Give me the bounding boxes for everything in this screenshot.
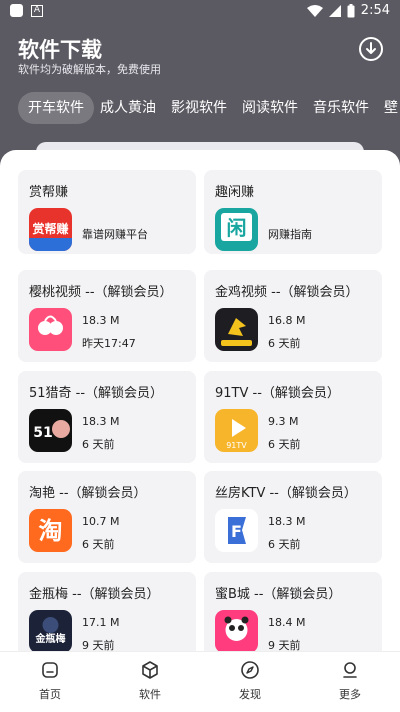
page-subtitle: 软件均为破解版本，免费使用	[18, 63, 161, 76]
app-card-sifangktv[interactable]: 丝房KTV --（解锁会员） F 18.3 M 6 天前	[204, 471, 382, 563]
nav-home-label: 首页	[39, 688, 61, 701]
wifi-icon	[306, 4, 323, 17]
page-header: 软件下载 软件均为破解版本，免费使用	[0, 24, 400, 84]
notification-icon	[10, 4, 23, 17]
app-date: 6 天前	[82, 438, 115, 451]
svg-text:闲: 闲	[227, 216, 247, 240]
app-name: 金瓶梅 --（解锁会员）	[29, 587, 160, 602]
battery-icon	[347, 3, 355, 17]
app-card-taoyan[interactable]: 淘艳 --（解锁会员） 淘 10.7 M 6 天前	[18, 471, 196, 563]
app-logo-icon: 金瓶梅	[29, 610, 72, 653]
app-name: 淘艳 --（解锁会员）	[29, 486, 147, 501]
app-size: 18.3 M	[268, 515, 306, 528]
app-name: 金鸡视频 --（解锁会员）	[215, 285, 359, 300]
app-card-yingtao[interactable]: 樱桃视频 --（解锁会员） 18.3 M 昨天17:47	[18, 270, 196, 362]
app-date: 6 天前	[268, 438, 301, 451]
app-logo-icon: 闲	[215, 208, 258, 251]
svg-text:金瓶梅: 金瓶梅	[35, 632, 66, 645]
tab-yingshi[interactable]: 影视软件	[171, 92, 227, 124]
user-icon	[343, 662, 357, 678]
signal-icon	[328, 4, 341, 17]
app-card-51lieqi[interactable]: 51猎奇 --（解锁会员） 51 18.3 M 6 天前	[18, 371, 196, 463]
app-card-91tv[interactable]: 91TV --（解锁会员） 91TV 9.3 M 6 天前	[204, 371, 382, 463]
home-icon	[42, 662, 58, 678]
app-name: 51猎奇 --（解锁会员）	[29, 386, 164, 401]
app-size: 18.4 M	[268, 616, 306, 629]
app-name: 蜜B城 --（解锁会员）	[215, 587, 342, 602]
app-logo-icon: 淘	[29, 509, 72, 552]
nav-home[interactable]: 首页	[20, 660, 80, 702]
app-logo-icon: F	[215, 509, 258, 552]
app-name: 樱桃视频 --（解锁会员）	[29, 285, 173, 300]
app-date: 6 天前	[268, 337, 301, 350]
app-size: 18.3 M	[82, 314, 120, 327]
app-description: 靠谱网赚平台	[82, 228, 148, 241]
app-card-quxianzhuan[interactable]: 趣闲赚 闲 网赚指南	[204, 170, 382, 254]
app-logo-icon: 51	[29, 409, 72, 452]
status-time: 2:54	[360, 3, 390, 18]
nav-more[interactable]: 更多	[320, 660, 380, 702]
app-size: 17.1 M	[82, 616, 120, 629]
svg-text:赏帮赚: 赏帮赚	[32, 221, 68, 236]
svg-text:91TV: 91TV	[226, 441, 247, 450]
app-date: 昨天17:47	[82, 337, 136, 350]
app-name: 91TV --（解锁会员）	[215, 386, 340, 401]
app-card-shangbangzhuan[interactable]: 赏帮赚 赏帮赚 靠谱网赚平台	[18, 170, 196, 254]
app-logo-icon: 赏帮赚	[29, 208, 72, 251]
svg-text:51: 51	[33, 425, 52, 441]
tab-bizhi[interactable]: 壁纸	[384, 92, 400, 124]
app-list: 赏帮赚 赏帮赚 靠谱网赚平台 趣闲赚 闲 网赚指南 樱桃视频 --（解锁会员） …	[0, 150, 400, 712]
app-name: 赏帮赚	[29, 185, 69, 200]
app-size: 18.3 M	[82, 415, 120, 428]
app-date: 6 天前	[82, 538, 115, 551]
app-description: 网赚指南	[268, 228, 312, 241]
app-size: 9.3 M	[268, 415, 299, 428]
category-tabs: 开车软件 成人黄油 影视软件 阅读软件 音乐软件 壁纸	[0, 88, 400, 128]
tab-yuedu[interactable]: 阅读软件	[242, 92, 298, 124]
compass-icon	[241, 661, 259, 679]
app-name: 丝房KTV --（解锁会员）	[215, 486, 357, 501]
tab-yinyue[interactable]: 音乐软件	[313, 92, 369, 124]
app-size: 10.7 M	[82, 515, 120, 528]
svg-text:淘: 淘	[39, 517, 63, 545]
app-name: 趣闲赚	[215, 185, 255, 200]
nav-discover[interactable]: 发现	[220, 660, 280, 702]
tab-chengren[interactable]: 成人黄油	[100, 92, 156, 124]
app-card-jinji[interactable]: 金鸡视频 --（解锁会员） 16.8 M 6 天前	[204, 270, 382, 362]
box-icon	[142, 661, 158, 679]
bottom-nav: 首页 软件 发现 更多	[0, 651, 400, 712]
svg-text:F: F	[231, 522, 242, 541]
app-notification-icon: A	[31, 4, 43, 17]
play-icon: 91TV	[215, 409, 258, 452]
tab-kaiche[interactable]: 开车软件	[18, 92, 94, 124]
app-size: 16.8 M	[268, 314, 306, 327]
nav-more-label: 更多	[339, 688, 361, 701]
page-title: 软件下载	[18, 38, 102, 62]
nav-software[interactable]: 软件	[120, 660, 180, 702]
nav-software-label: 软件	[139, 688, 161, 701]
download-icon[interactable]	[358, 36, 384, 62]
cherry-icon	[29, 308, 72, 351]
status-bar: A 2:54	[0, 0, 400, 24]
panda-icon	[215, 610, 258, 653]
app-date: 6 天前	[268, 538, 301, 551]
golden-chicken-icon	[215, 308, 258, 351]
nav-discover-label: 发现	[239, 688, 261, 701]
